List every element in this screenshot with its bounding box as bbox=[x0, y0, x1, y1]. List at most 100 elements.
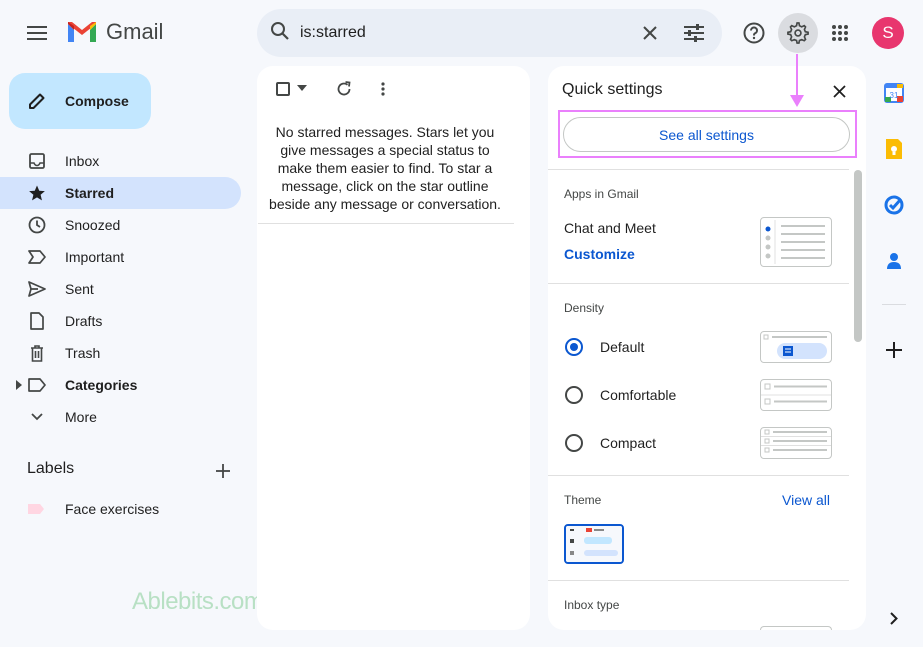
annotation-arrow-line bbox=[796, 54, 798, 97]
gear-icon bbox=[787, 22, 809, 44]
account-avatar[interactable]: S bbox=[872, 17, 904, 49]
inbox-icon bbox=[26, 150, 48, 172]
inbox-type-section-title: Inbox type bbox=[564, 598, 620, 612]
help-icon bbox=[743, 22, 765, 44]
label-item-face-exercises[interactable]: Face exercises bbox=[0, 497, 159, 521]
density-default-preview bbox=[760, 331, 832, 363]
keep-icon bbox=[886, 139, 902, 159]
nav-item-starred[interactable]: Starred bbox=[0, 177, 241, 209]
settings-button[interactable] bbox=[778, 13, 818, 53]
clock-icon bbox=[26, 214, 48, 236]
density-comfortable-preview-icon bbox=[761, 383, 831, 405]
annotation-arrow-head bbox=[790, 95, 804, 107]
get-addons-button[interactable] bbox=[882, 338, 906, 362]
nav-item-categories[interactable]: Categories bbox=[0, 369, 241, 401]
nav-item-snoozed[interactable]: Snoozed bbox=[0, 209, 241, 241]
customize-link[interactable]: Customize bbox=[564, 246, 635, 262]
label-name: Face exercises bbox=[65, 501, 160, 517]
app-name: Gmail bbox=[106, 19, 164, 44]
gmail-logo[interactable]: Gmail bbox=[66, 19, 163, 45]
contacts-icon bbox=[887, 253, 901, 269]
side-panel-divider bbox=[882, 304, 906, 305]
density-section-title: Density bbox=[564, 301, 605, 315]
quick-settings-scrollbar[interactable] bbox=[854, 170, 862, 342]
clear-search-button[interactable] bbox=[636, 19, 664, 47]
more-vertical-icon bbox=[381, 82, 385, 96]
list-divider bbox=[258, 223, 514, 224]
trash-icon bbox=[26, 342, 48, 364]
svg-text:31: 31 bbox=[890, 91, 899, 100]
select-all-checkbox[interactable] bbox=[276, 82, 290, 96]
nav-item-sent[interactable]: Sent bbox=[0, 273, 241, 305]
watermark: Ablebits.com bbox=[132, 588, 264, 615]
refresh-button[interactable] bbox=[334, 79, 354, 99]
google-apps-button[interactable] bbox=[826, 19, 854, 47]
chat-meet-preview bbox=[760, 217, 832, 267]
nav-item-trash[interactable]: Trash bbox=[0, 337, 241, 369]
refresh-icon bbox=[337, 81, 351, 96]
keep-app-button[interactable] bbox=[882, 137, 906, 161]
more-actions-button[interactable] bbox=[374, 79, 392, 99]
calendar-icon: 31 bbox=[884, 83, 904, 103]
nav-item-important[interactable]: Important bbox=[0, 241, 241, 273]
gmail-logo-icon bbox=[68, 22, 96, 42]
density-default-label[interactable]: Default bbox=[600, 339, 644, 355]
label-color-icon bbox=[28, 504, 44, 514]
main-menu-button[interactable] bbox=[22, 18, 52, 48]
search-options-button[interactable] bbox=[680, 19, 708, 47]
empty-starred-message: No starred messages. Stars let you give … bbox=[269, 124, 501, 212]
layout-preview-icon bbox=[765, 220, 825, 264]
nav-label-more: More bbox=[65, 409, 97, 425]
draft-icon bbox=[26, 310, 48, 332]
nav-item-inbox[interactable]: Inbox bbox=[0, 145, 241, 177]
star-icon bbox=[26, 182, 48, 204]
support-button[interactable] bbox=[740, 19, 768, 47]
density-default-radio[interactable] bbox=[565, 338, 583, 356]
nav-label-inbox: Inbox bbox=[65, 153, 100, 169]
section-divider bbox=[548, 580, 849, 581]
close-icon bbox=[643, 26, 657, 40]
nav-label-categories: Categories bbox=[65, 377, 138, 393]
create-label-button[interactable] bbox=[212, 460, 234, 482]
labels-heading: Labels bbox=[27, 460, 75, 477]
chevron-right-icon bbox=[890, 611, 898, 625]
density-compact-preview-icon bbox=[761, 429, 831, 453]
close-quick-settings-button[interactable] bbox=[828, 80, 850, 102]
nav-label-trash: Trash bbox=[65, 345, 101, 361]
compose-button[interactable]: Compose bbox=[9, 73, 151, 129]
nav-label-snoozed: Snoozed bbox=[65, 217, 121, 233]
view-all-themes-link[interactable]: View all bbox=[782, 492, 830, 508]
menu-icon bbox=[27, 26, 47, 40]
density-compact-label[interactable]: Compact bbox=[600, 435, 656, 451]
close-icon bbox=[832, 84, 846, 98]
apps-grid-icon bbox=[832, 25, 848, 41]
theme-preview[interactable] bbox=[564, 524, 624, 564]
density-comfortable-label[interactable]: Comfortable bbox=[600, 387, 676, 403]
density-compact-radio[interactable] bbox=[565, 434, 583, 452]
section-divider bbox=[548, 169, 849, 170]
caret-right-icon[interactable] bbox=[16, 380, 22, 390]
tasks-icon bbox=[884, 195, 904, 215]
search-input[interactable] bbox=[300, 21, 620, 45]
section-divider bbox=[548, 283, 849, 284]
nav-item-drafts[interactable]: Drafts bbox=[0, 305, 241, 337]
pencil-icon bbox=[29, 93, 45, 109]
theme-section-title: Theme bbox=[564, 493, 602, 507]
tasks-app-button[interactable] bbox=[882, 193, 906, 217]
search-icon[interactable] bbox=[270, 21, 290, 41]
plus-icon bbox=[216, 464, 230, 478]
calendar-app-button[interactable]: 31 bbox=[882, 81, 906, 105]
section-divider bbox=[548, 475, 849, 476]
nav-label-drafts: Drafts bbox=[65, 313, 103, 329]
density-default-preview-icon bbox=[763, 334, 827, 359]
see-all-settings-button[interactable]: See all settings bbox=[563, 117, 850, 152]
nav-label-starred: Starred bbox=[65, 185, 115, 201]
select-dropdown-icon[interactable] bbox=[297, 85, 307, 91]
compose-label: Compose bbox=[65, 93, 129, 109]
contacts-app-button[interactable] bbox=[882, 249, 906, 273]
density-comfortable-preview bbox=[760, 379, 832, 411]
plus-icon bbox=[886, 342, 902, 358]
nav-item-more[interactable]: More bbox=[0, 401, 241, 433]
show-side-panel-button[interactable] bbox=[882, 606, 906, 630]
density-comfortable-radio[interactable] bbox=[565, 386, 583, 404]
